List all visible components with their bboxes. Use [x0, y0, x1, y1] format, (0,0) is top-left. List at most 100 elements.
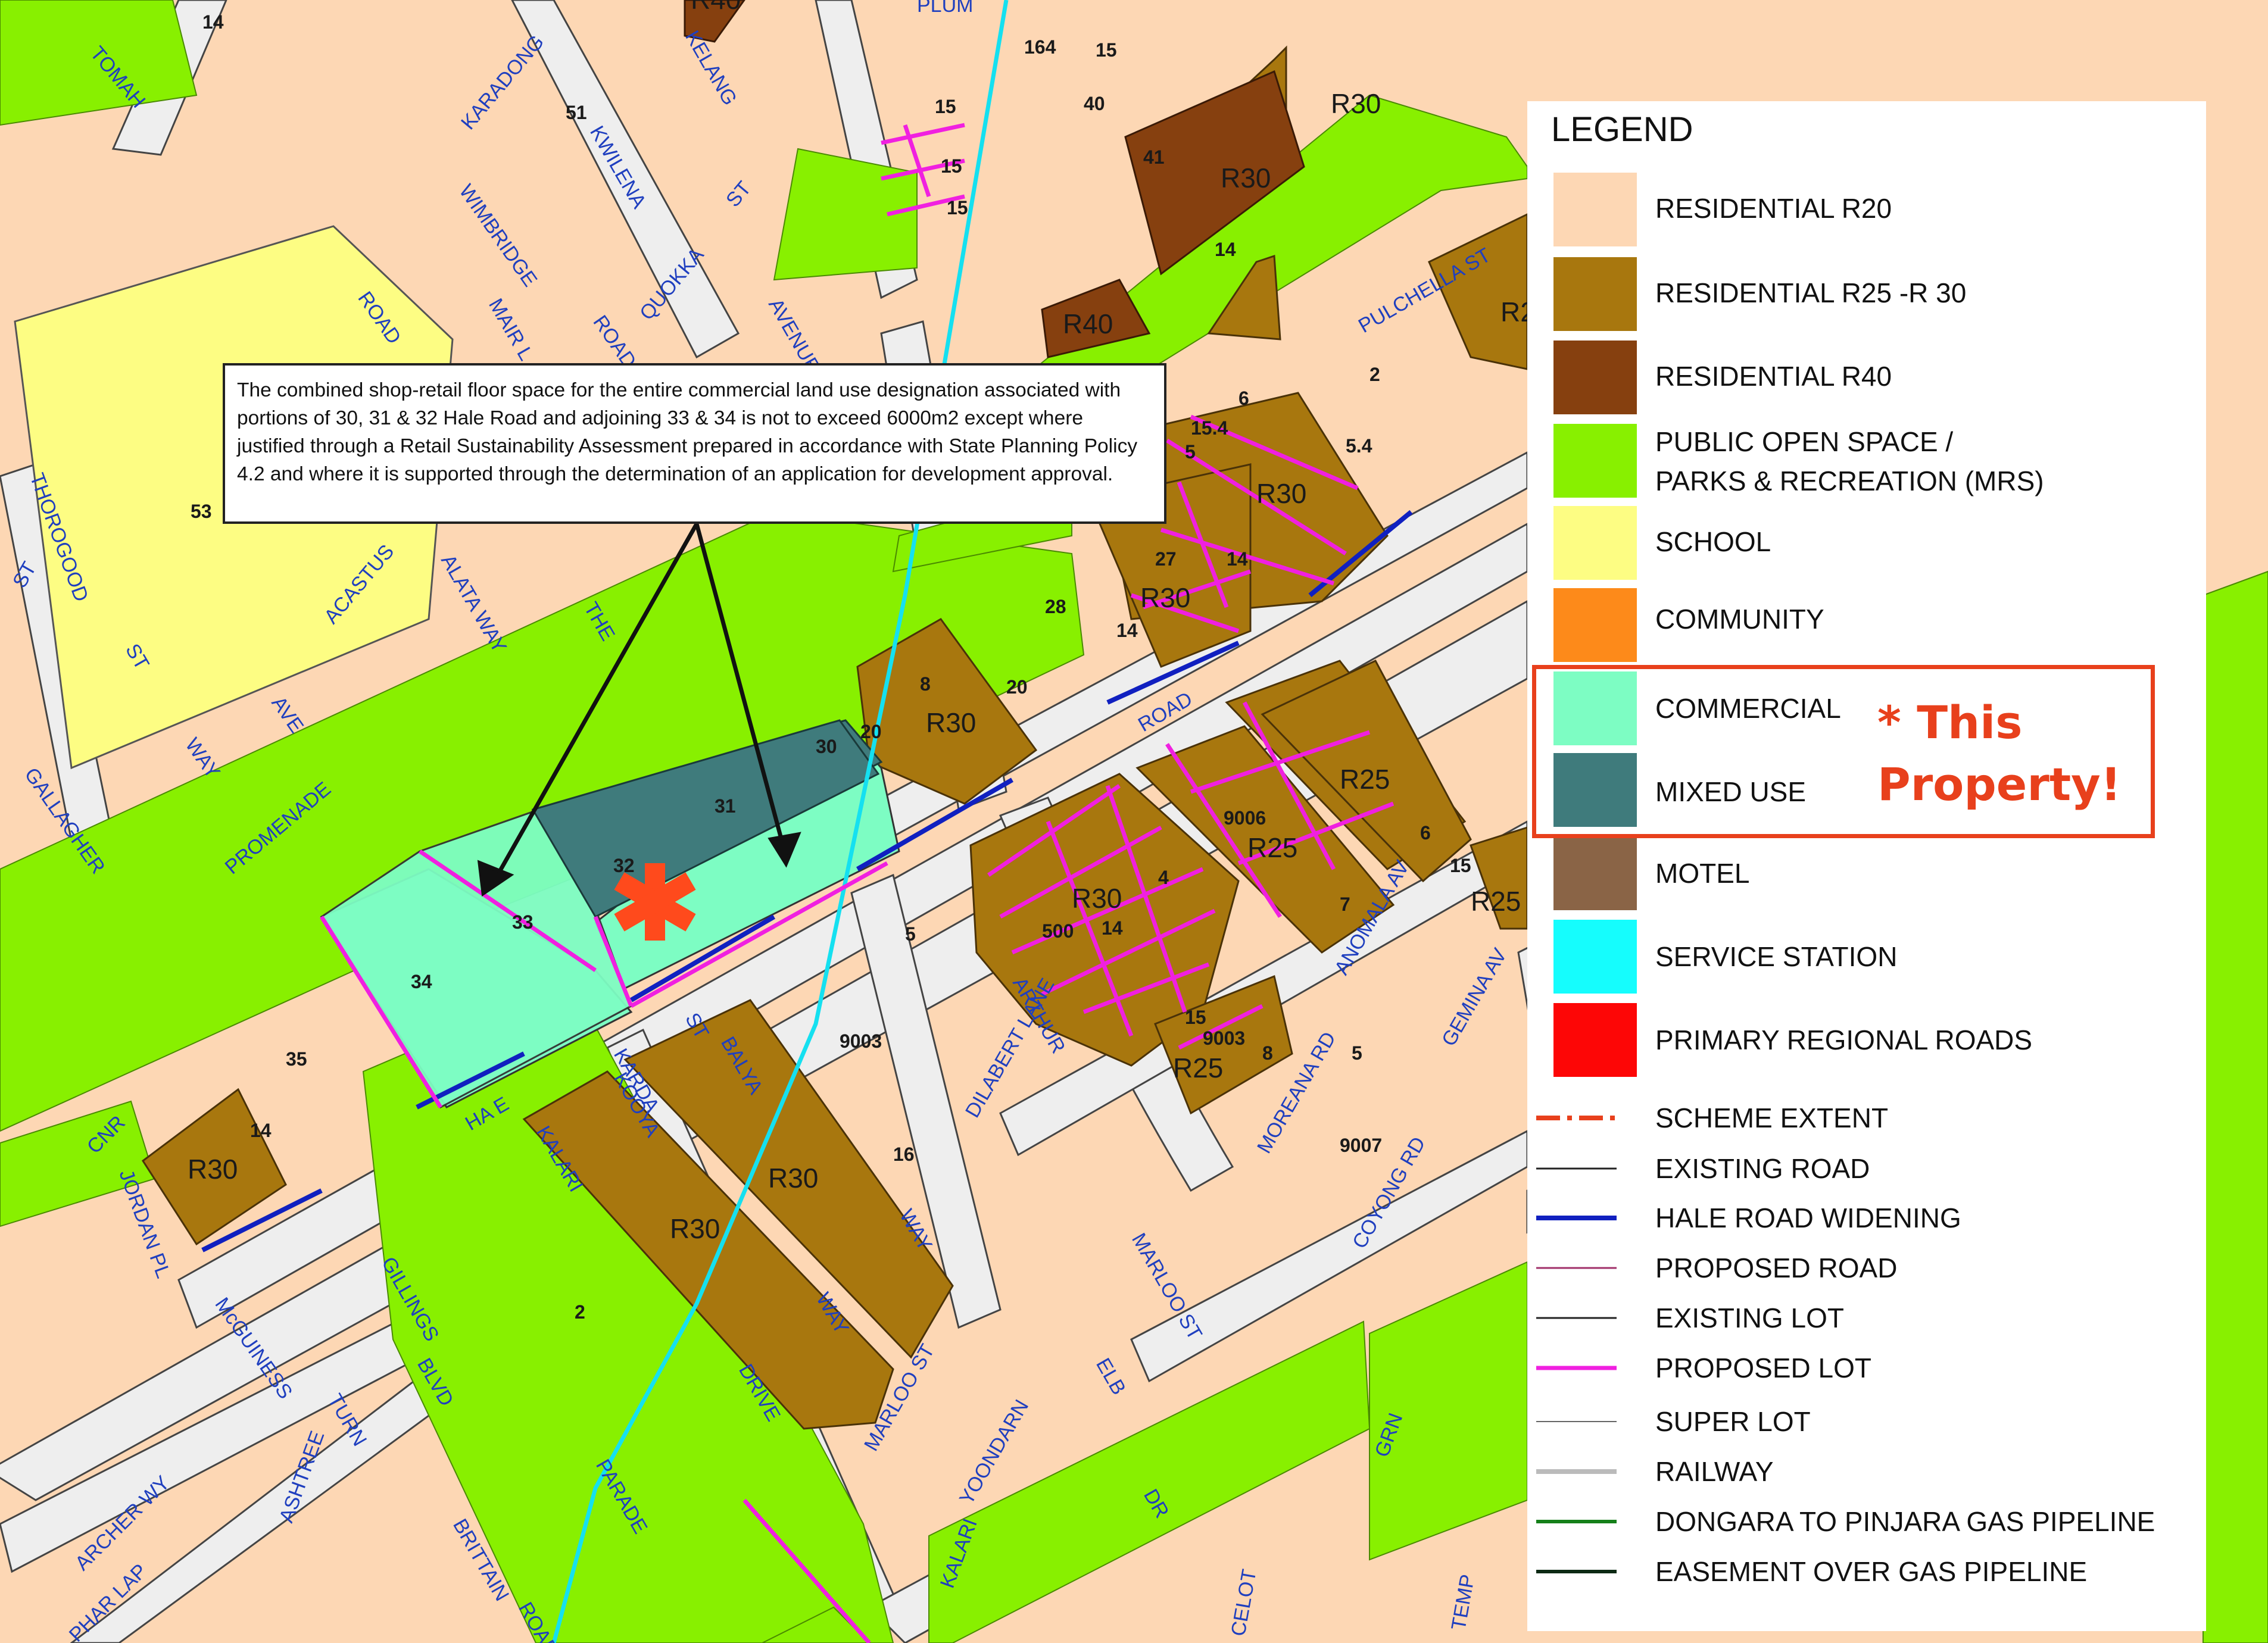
- legend-swatch: [1553, 173, 1637, 246]
- lot-number: 164: [1024, 36, 1056, 58]
- lot-number: 2: [575, 1301, 585, 1323]
- lot-number: 20: [1006, 676, 1028, 698]
- zone-code: R30: [1221, 163, 1271, 193]
- legend-line-sample: [1536, 1317, 1617, 1319]
- lot-number: 4: [1158, 867, 1169, 888]
- road-label: PLUM: [917, 0, 973, 17]
- legend-item-community: COMMUNITY: [1527, 588, 2206, 662]
- legend-item-primary-regional-roads: PRIMARY REGIONAL ROADS: [1527, 1003, 2206, 1077]
- legend-line-easement: EASEMENT OVER GAS PIPELINE: [1527, 1555, 2206, 1597]
- legend-label: RAILWAY: [1655, 1456, 1774, 1487]
- lot-number: 9003: [1203, 1027, 1245, 1049]
- zone-code: R30: [188, 1154, 238, 1185]
- legend-line-sample: [1536, 1216, 1617, 1220]
- zone-code: R30: [1072, 883, 1122, 914]
- lot-number: 28: [1045, 596, 1066, 617]
- lot-number: 14: [202, 11, 224, 33]
- legend-swatch: [1553, 424, 1637, 498]
- legend-line-sample: [1536, 1520, 1617, 1523]
- lot-number: 30: [816, 736, 837, 757]
- lot-number: 2: [1369, 364, 1380, 385]
- legend-item-residential-r40: RESIDENTIAL R40: [1527, 341, 2206, 414]
- lot-number: 6: [1420, 822, 1431, 844]
- legend-line-proposed-road: PROPOSED ROAD: [1527, 1251, 2206, 1293]
- lot-number: 34: [411, 971, 432, 992]
- legend-label: SERVICE STATION: [1655, 941, 1898, 972]
- zone-code: R30: [1331, 88, 1381, 119]
- legend-swatch: [1553, 506, 1637, 580]
- lot-number: 14: [1227, 548, 1248, 570]
- zone-code: R30: [768, 1163, 818, 1194]
- legend-line-sample: [1536, 1570, 1617, 1573]
- legend-label: EXISTING LOT: [1655, 1302, 1844, 1333]
- lot-number: 14: [250, 1120, 272, 1141]
- legend-label: COMMUNITY: [1655, 604, 1824, 635]
- zone-code: R30: [926, 707, 976, 738]
- lot-number: 8: [1262, 1042, 1273, 1064]
- zone-code: R25: [1471, 886, 1521, 917]
- legend-swatch: [1553, 341, 1637, 414]
- legend-swatch: [1553, 588, 1637, 662]
- legend-label: RESIDENTIAL R25 -R 30: [1655, 277, 1967, 308]
- lot-number: 5: [905, 923, 916, 945]
- legend-line-sample: [1536, 1366, 1617, 1370]
- legend-label: EASEMENT OVER GAS PIPELINE: [1655, 1556, 2088, 1587]
- legend-label: PUBLIC OPEN SPACE /: [1655, 426, 1954, 457]
- lot-number: 5.4: [1346, 435, 1372, 457]
- callout-line-1: * This: [1877, 696, 2023, 749]
- legend-label: MOTEL: [1655, 858, 1750, 889]
- legend-label: RESIDENTIAL R20: [1655, 193, 1892, 224]
- legend-label: DONGARA TO PINJARA GAS PIPELINE: [1655, 1506, 2155, 1537]
- legend-panel: LEGEND RESIDENTIAL R20 RESIDENTIAL R25 -…: [1527, 101, 2206, 1631]
- legend-line-hale-road-widening: HALE ROAD WIDENING: [1527, 1201, 2206, 1243]
- lot-number: 40: [1084, 93, 1105, 114]
- legend-label: PRIMARY REGIONAL ROADS: [1655, 1024, 2033, 1055]
- lot-number: 15: [1096, 39, 1117, 61]
- lot-number: 500: [1042, 920, 1074, 942]
- legend-label: SCHOOL: [1655, 526, 1771, 557]
- zone-code: R30: [1140, 582, 1190, 613]
- lot-number: 31: [715, 795, 736, 817]
- lot-number: 20: [860, 721, 882, 742]
- legend-item-residential-r20: RESIDENTIAL R20: [1527, 173, 2206, 246]
- legend-label: PROPOSED LOT: [1655, 1352, 1871, 1383]
- zone-code: R30: [670, 1213, 720, 1244]
- legend-swatch: [1553, 1003, 1637, 1077]
- zone-code: R25: [1340, 764, 1390, 795]
- legend-item-school: SCHOOL: [1527, 506, 2206, 580]
- legend-line-scheme-extent: SCHEME EXTENT: [1527, 1101, 2206, 1143]
- legend-line-gas-pipeline: DONGARA TO PINJARA GAS PIPELINE: [1527, 1505, 2206, 1547]
- lot-number: 14: [1116, 620, 1138, 641]
- planning-note: The combined shop-retail floor space for…: [223, 363, 1166, 524]
- legend-line-sample: [1536, 1421, 1617, 1422]
- zone-code: R40: [1063, 308, 1113, 339]
- lot-number: 15: [941, 155, 962, 177]
- lot-number: 5: [1352, 1042, 1362, 1064]
- zone-code: R40: [691, 0, 741, 15]
- lot-number: 15: [947, 197, 968, 218]
- lot-number: 16: [893, 1144, 915, 1165]
- zone-code: R25: [1247, 832, 1297, 863]
- legend-line-existing-road: EXISTING ROAD: [1527, 1152, 2206, 1194]
- lot-number: 8: [920, 673, 931, 695]
- legend-item-public-open-space: PUBLIC OPEN SPACE / PARKS & RECREATION (…: [1527, 424, 2206, 498]
- legend-swatch: [1553, 257, 1637, 331]
- legend-item-motel: MOTEL: [1527, 836, 2206, 910]
- planning-note-text: The combined shop-retail floor space for…: [237, 379, 1138, 485]
- zone-code: R25: [1173, 1052, 1223, 1083]
- lot-number: 15: [1450, 855, 1471, 876]
- legend-line-proposed-lot: PROPOSED LOT: [1527, 1351, 2206, 1393]
- lot-number: 51: [566, 102, 587, 123]
- lot-number: 9007: [1340, 1135, 1382, 1156]
- lot-number: 27: [1155, 548, 1177, 570]
- legend-label: EXISTING ROAD: [1655, 1153, 1870, 1184]
- lot-number: 9006: [1224, 807, 1266, 829]
- lot-number: 5: [1185, 441, 1196, 463]
- lot-number: 15.4: [1191, 417, 1228, 439]
- lot-number: 6: [1238, 388, 1249, 409]
- legend-label: PROPOSED ROAD: [1655, 1252, 1898, 1283]
- legend-item-residential-r25-r30: RESIDENTIAL R25 -R 30: [1527, 257, 2206, 331]
- zone-code: R30: [1256, 478, 1306, 509]
- lot-number: 53: [191, 501, 212, 522]
- legend-swatch: [1553, 920, 1637, 994]
